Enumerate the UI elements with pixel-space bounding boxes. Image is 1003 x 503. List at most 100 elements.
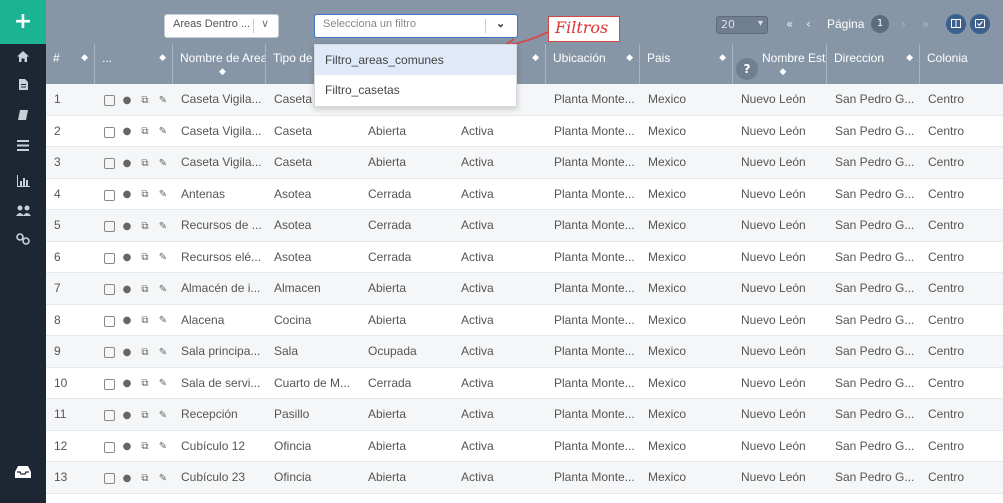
table-row[interactable]: 10 Sala de servi... Cuarto de M... Cerrada A… — [46, 367, 1003, 399]
edit-icon[interactable]: ✎ — [157, 158, 169, 170]
eye-icon[interactable]: ● — [121, 252, 133, 264]
table-row[interactable]: 5 Recursos de ... Asotea Cerrada Activa Plant… — [46, 210, 1003, 242]
header-label: Nombre de Area — [180, 51, 266, 65]
row-checkbox[interactable] — [104, 378, 115, 390]
row-checkbox[interactable] — [104, 410, 115, 421]
inbox-icon[interactable] — [0, 465, 46, 493]
checklist-icon[interactable] — [970, 14, 990, 34]
eye-icon[interactable]: ● — [121, 441, 133, 453]
row-checkbox[interactable] — [104, 315, 115, 327]
row-checkbox[interactable] — [104, 347, 115, 358]
prev-page-button[interactable]: ‹ — [806, 17, 811, 31]
header-actions[interactable]: ... ◆ — [95, 44, 173, 84]
first-page-button[interactable]: « — [786, 17, 793, 31]
header-pais[interactable]: Pais ◆ — [640, 44, 733, 84]
edit-icon[interactable]: ✎ — [157, 252, 169, 264]
copy-icon[interactable]: ⧉ — [139, 158, 151, 170]
row-checkbox[interactable] — [104, 158, 115, 169]
header-direccion[interactable]: Direccion ◆ — [827, 44, 920, 84]
copy-icon[interactable]: ⧉ — [139, 126, 151, 138]
header-number[interactable]: # ◆ — [46, 44, 95, 84]
header-ubicacion[interactable]: Ubicación ◆ — [546, 44, 640, 84]
users-icon[interactable] — [0, 200, 46, 228]
eye-icon[interactable]: ● — [121, 126, 133, 138]
help-icon[interactable]: ? — [736, 58, 758, 80]
page-size-select[interactable]: 20 ▾ — [716, 16, 768, 34]
edit-icon[interactable]: ✎ — [157, 473, 169, 485]
areas-select[interactable]: Areas Dentro ... ∨ — [164, 14, 279, 38]
copy-icon[interactable]: ⧉ — [139, 221, 151, 233]
table-row[interactable]: 6 Recursos elé... Asotea Cerrada Activa Plant… — [46, 241, 1003, 273]
cell-status: Activa — [461, 123, 494, 138]
link-icon[interactable] — [0, 228, 46, 256]
table-row[interactable]: 3 Caseta Vigila... Caseta Abierta Activa Plan… — [46, 147, 1003, 179]
row-checkbox[interactable] — [104, 441, 115, 453]
table-row[interactable]: 9 Sala principa... Sala Ocupada Activa Planta… — [46, 336, 1003, 368]
row-checkbox[interactable] — [104, 189, 115, 201]
table-row[interactable]: 2 Caseta Vigila... Caseta Abierta Activa Plan… — [46, 115, 1003, 147]
edit-icon[interactable]: ✎ — [157, 378, 169, 390]
cell-tipo: Asotea — [274, 218, 312, 232]
page-size-value: 20 — [721, 18, 735, 31]
row-checkbox[interactable] — [104, 252, 115, 264]
eye-icon[interactable]: ● — [121, 378, 133, 390]
row-checkbox[interactable] — [104, 95, 115, 106]
home-icon[interactable] — [0, 46, 46, 74]
list-icon[interactable] — [0, 134, 46, 162]
row-checkbox[interactable] — [104, 126, 115, 138]
table-row[interactable]: 4 Antenas Asotea Cerrada Activa Planta Monte.… — [46, 178, 1003, 210]
edit-icon[interactable]: ✎ — [157, 410, 169, 422]
table-row[interactable]: 7 Almacén de i... Almacen Abierta Activa Plan… — [46, 273, 1003, 305]
book-icon[interactable] — [0, 104, 46, 132]
eye-icon[interactable]: ● — [121, 410, 133, 422]
table-row[interactable]: 1 Caseta Vigila... Caseta Planta Monte... Me… — [46, 84, 1003, 116]
row-checkbox[interactable] — [104, 284, 115, 295]
edit-icon[interactable]: ✎ — [157, 95, 169, 107]
table-row[interactable]: 8 Alacena Cocina Abierta Activa Planta Monte.… — [46, 304, 1003, 336]
next-page-button[interactable]: › — [901, 17, 906, 31]
row-checkbox[interactable] — [104, 221, 115, 232]
edit-icon[interactable]: ✎ — [157, 126, 169, 138]
columns-icon[interactable] — [946, 14, 966, 34]
edit-icon[interactable]: ✎ — [157, 315, 169, 327]
copy-icon[interactable]: ⧉ — [139, 378, 151, 390]
table-row[interactable]: 13 Cubículo 23 Ofincia Abierta Activa Planta … — [46, 462, 1003, 494]
file-icon[interactable] — [0, 74, 46, 102]
edit-icon[interactable]: ✎ — [157, 441, 169, 453]
header-nombre-area[interactable]: Nombre de Area ◆ — [173, 44, 266, 84]
eye-icon[interactable]: ● — [121, 221, 133, 233]
table-row[interactable]: 12 Cubículo 12 Ofincia Abierta Activa Planta … — [46, 430, 1003, 462]
copy-icon[interactable]: ⧉ — [139, 441, 151, 453]
edit-icon[interactable]: ✎ — [157, 221, 169, 233]
eye-icon[interactable]: ● — [121, 315, 133, 327]
edit-icon[interactable]: ✎ — [157, 284, 169, 296]
eye-icon[interactable]: ● — [121, 189, 133, 201]
copy-icon[interactable]: ⧉ — [139, 95, 151, 107]
copy-icon[interactable]: ⧉ — [139, 284, 151, 296]
filter-select[interactable]: Selecciona un filtro ⌄ — [314, 14, 518, 38]
copy-icon[interactable]: ⧉ — [139, 189, 151, 201]
copy-icon[interactable]: ⧉ — [139, 410, 151, 422]
last-page-button[interactable]: » — [922, 17, 929, 31]
header-colonia[interactable]: Colonia — [920, 44, 1003, 84]
eye-icon[interactable]: ● — [121, 284, 133, 296]
row-checkbox[interactable] — [104, 473, 115, 484]
page-number[interactable]: 1 — [871, 15, 889, 33]
copy-icon[interactable]: ⧉ — [139, 347, 151, 359]
cell-ubicacion: Planta Monte... — [554, 186, 635, 201]
filter-option[interactable]: Filtro_areas_comunes — [315, 45, 516, 75]
edit-icon[interactable]: ✎ — [157, 189, 169, 201]
eye-icon[interactable]: ● — [121, 473, 133, 485]
copy-icon[interactable]: ⧉ — [139, 252, 151, 264]
eye-icon[interactable]: ● — [121, 158, 133, 170]
edit-icon[interactable]: ✎ — [157, 347, 169, 359]
eye-icon[interactable]: ● — [121, 347, 133, 359]
cell-number: 10 — [54, 375, 68, 390]
bar-chart-icon[interactable] — [0, 170, 46, 198]
filter-option[interactable]: Filtro_casetas — [315, 75, 516, 105]
copy-icon[interactable]: ⧉ — [139, 473, 151, 485]
add-button[interactable]: + — [0, 0, 46, 44]
table-row[interactable]: 11 Recepción Pasillo Abierta Activa Planta Mo… — [46, 399, 1003, 431]
eye-icon[interactable]: ● — [121, 95, 133, 107]
copy-icon[interactable]: ⧉ — [139, 315, 151, 327]
